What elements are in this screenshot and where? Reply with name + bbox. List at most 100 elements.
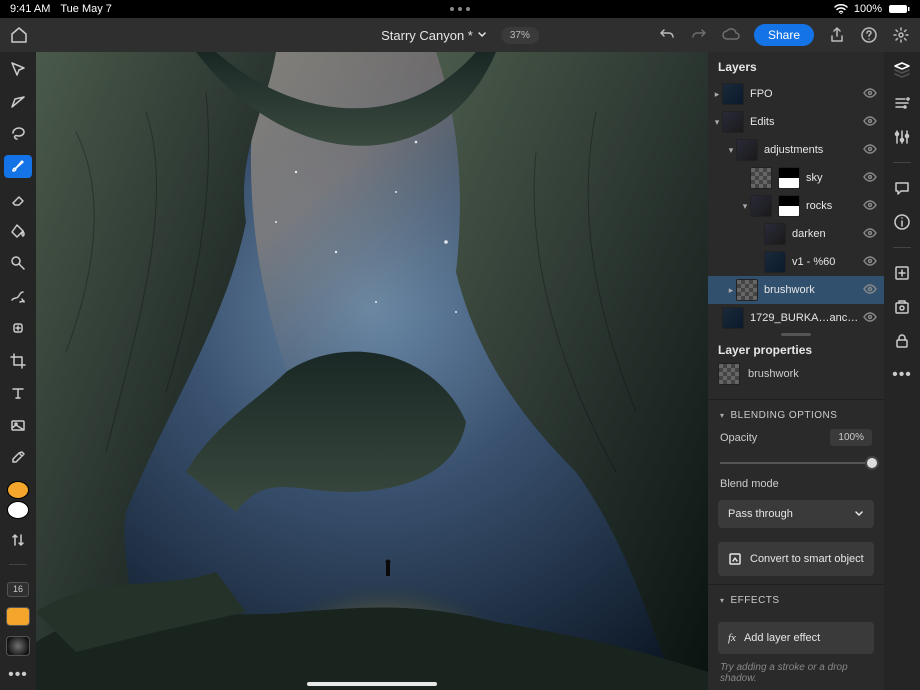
comments-icon[interactable] [893,179,911,197]
battery-percent: 100% [854,3,882,15]
status-date: Tue May 7 [60,3,112,15]
home-icon[interactable] [10,26,28,44]
blend-mode-select[interactable]: Pass through [718,500,874,528]
zoom-level[interactable]: 37% [501,27,539,44]
brush-hardness-preview[interactable] [6,636,30,656]
layer-thumbnail [778,195,800,217]
layer-row[interactable]: ▸ brushwork [708,276,884,304]
layer-row[interactable]: ▾rocks [708,192,884,220]
undo-icon[interactable] [658,26,676,44]
tool-crop[interactable] [4,349,32,371]
layers-panel: Layers ▸FPO▾Edits▾adjustmentssky▾rocksda… [708,52,884,690]
canvas-artwork [36,52,708,690]
effects-hint: Try adding a stroke or a drop shadow. [708,662,884,690]
foreground-color-swatch[interactable] [7,481,29,499]
tool-healing[interactable] [4,317,32,339]
ipad-status-bar: 9:41 AM Tue May 7 100% [0,0,920,18]
layers-panel-title: Layers [708,52,884,80]
opacity-value[interactable]: 100% [830,429,872,446]
selected-layer-name: brushwork [748,368,799,380]
toolbar-divider [893,247,911,248]
add-icon[interactable] [893,264,911,282]
more-options-icon[interactable]: ••• [892,366,912,384]
tool-fill[interactable] [4,220,32,242]
tool-transform[interactable] [4,90,32,112]
layer-properties-title: Layer properties [708,337,884,363]
visibility-icon[interactable] [862,284,878,297]
visibility-icon[interactable] [862,172,878,185]
add-layer-effect-button[interactable]: fx Add layer effect [718,622,874,654]
blending-options-section: ▾BLENDING OPTIONS Opacity 100% Blend mod… [708,399,884,496]
opacity-slider[interactable] [720,454,872,472]
brush-size-value[interactable]: 16 [7,582,29,597]
visibility-icon[interactable] [862,228,878,241]
layer-thumbnail [736,139,758,161]
more-tools-icon[interactable]: ••• [8,666,28,684]
chevron-down-icon: ▾ [720,411,725,420]
info-icon[interactable] [893,213,911,231]
ipad-home-indicator[interactable] [307,682,437,686]
brush-color-preview[interactable] [6,607,30,627]
layers-tab-icon[interactable] [893,60,911,78]
swap-colors-icon[interactable] [4,529,32,551]
layer-row[interactable]: ▾Edits [708,108,884,136]
layer-name: adjustments [764,144,862,156]
tool-type[interactable] [4,382,32,404]
disclosure-triangle[interactable]: ▾ [740,201,750,212]
help-icon[interactable] [860,26,878,44]
layer-name: v1 - %60 [792,256,862,268]
visibility-icon[interactable] [862,312,878,325]
tool-liquify[interactable] [4,252,32,274]
layer-row[interactable]: sky [708,164,884,192]
fx-icon: fx [728,632,736,644]
tool-eraser[interactable] [4,188,32,210]
disclosure-triangle[interactable]: ▸ [726,285,736,296]
document-title[interactable]: Starry Canyon * [381,28,487,43]
layer-row[interactable]: ▸FPO [708,80,884,108]
export-icon[interactable] [828,26,846,44]
disclosure-triangle[interactable]: ▸ [712,89,722,100]
document-canvas[interactable] [36,52,708,690]
layer-row[interactable]: 1729_BURKA…anced-NR33 [708,304,884,332]
tool-eyedropper[interactable] [4,447,32,469]
share-button[interactable]: Share [754,24,814,46]
settings-icon[interactable] [892,26,910,44]
background-color-swatch[interactable] [7,501,29,519]
share-export-icon[interactable] [893,298,911,316]
battery-icon [888,4,910,14]
tool-brush[interactable] [4,155,32,177]
visibility-icon[interactable] [862,116,878,129]
document-title-label: Starry Canyon * [381,28,473,43]
app-topbar: Starry Canyon * 37% Share [0,18,920,52]
tool-clone[interactable] [4,285,32,307]
effects-header[interactable]: ▾EFFECTS [720,595,872,606]
tool-lasso[interactable] [4,123,32,145]
cloud-sync-icon[interactable] [722,26,740,44]
visibility-icon[interactable] [862,256,878,269]
wifi-icon [834,4,848,14]
disclosure-triangle[interactable]: ▾ [712,117,722,128]
visibility-icon[interactable] [862,144,878,157]
disclosure-triangle[interactable]: ▾ [726,145,736,156]
visibility-icon[interactable] [862,200,878,213]
layer-name: 1729_BURKA…anced-NR33 [750,312,862,324]
redo-icon[interactable] [690,26,708,44]
adjustments-icon[interactable] [893,128,911,146]
visibility-icon[interactable] [862,88,878,101]
layer-thumbnail [750,195,772,217]
multitasking-dots[interactable] [450,7,470,11]
layer-row[interactable]: darken [708,220,884,248]
layer-name: darken [792,228,862,240]
tool-place[interactable] [4,414,32,436]
lock-icon[interactable] [893,332,911,350]
blending-header[interactable]: ▾BLENDING OPTIONS [720,410,872,421]
layer-row[interactable]: v1 - %60 [708,248,884,276]
tool-move[interactable] [4,58,32,80]
layer-name: sky [806,172,862,184]
layer-actions-icon[interactable] [893,94,911,112]
smart-object-icon [728,552,742,566]
convert-to-smart-object-button[interactable]: Convert to smart object [718,542,874,576]
layer-name: brushwork [764,284,862,296]
layer-row[interactable]: ▾ adjustments [708,136,884,164]
toolbar-divider [9,564,27,565]
